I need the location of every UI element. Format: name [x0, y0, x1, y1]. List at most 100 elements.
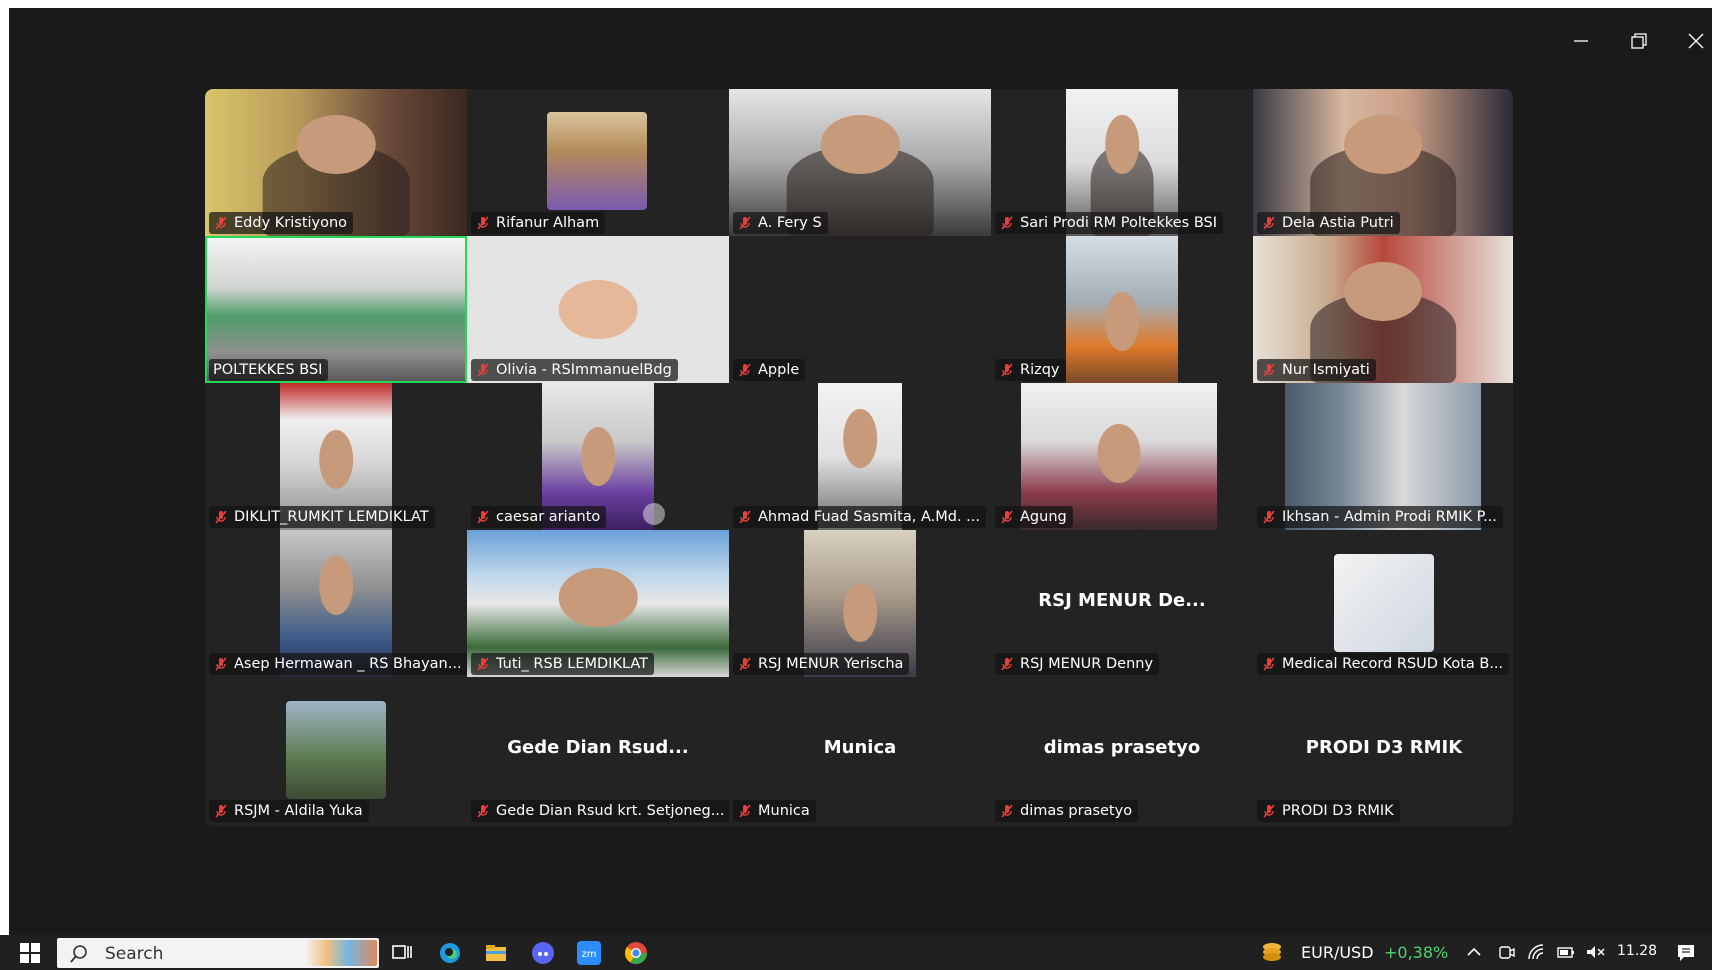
participant-tile[interactable]: A. Fery S — [729, 89, 991, 236]
participant-tile[interactable]: Dela Astia Putri — [1253, 89, 1513, 236]
taskbar-clock[interactable]: 11.28 — [1617, 943, 1657, 959]
muted-microphone-icon — [739, 510, 751, 524]
participant-tile[interactable]: Medical Record RSUD Kota B... — [1253, 530, 1513, 677]
task-view-icon[interactable] — [389, 940, 415, 966]
participant-tile[interactable]: Eddy Kristiyono — [205, 89, 467, 236]
minimize-icon — [1574, 40, 1588, 42]
restore-icon — [1631, 33, 1647, 49]
participant-name-tag: PRODI D3 RMIK — [1257, 800, 1400, 822]
participant-name-tag: Ikhsan - Admin Prodi RMIK P... — [1257, 506, 1503, 528]
participant-tile[interactable]: Gede Dian Rsud... Gede Dian Rsud krt. Se… — [467, 677, 729, 824]
speaker-muted-icon[interactable] — [1585, 943, 1607, 961]
participant-display-name: dimas prasetyo — [1043, 737, 1201, 758]
file-explorer-icon[interactable] — [483, 940, 509, 966]
muted-microphone-icon — [477, 216, 489, 230]
muted-microphone-icon — [1263, 363, 1275, 377]
participant-name-tag: A. Fery S — [733, 212, 828, 234]
muted-microphone-icon — [1001, 510, 1013, 524]
participant-display-name: Gede Dian Rsud... — [507, 737, 689, 758]
participant-display-name: Munica — [823, 737, 897, 758]
restore-button[interactable] — [1619, 26, 1659, 56]
participant-tile[interactable]: Tuti_ RSB LEMDIKLAT — [467, 530, 729, 677]
muted-microphone-icon — [1001, 657, 1013, 671]
participant-tile[interactable]: RSJM - Aldila Yuka — [205, 677, 467, 824]
muted-microphone-icon — [215, 657, 227, 671]
participant-tile-active-speaker[interactable]: POLTEKKES BSI — [205, 236, 467, 383]
chrome-icon[interactable] — [623, 940, 649, 966]
coins-icon[interactable] — [1259, 939, 1285, 965]
participant-tile[interactable]: Olivia - RSImmanuelBdg — [467, 236, 729, 383]
participant-avatar — [1334, 554, 1434, 652]
gallery-view: Eddy Kristiyono Rifanur Alham A. Fery S … — [205, 89, 1513, 826]
participant-tile[interactable]: Munica Munica — [729, 677, 991, 824]
participant-tile[interactable]: Sari Prodi RM Poltekkes BSI — [991, 89, 1253, 236]
taskbar-search-box[interactable]: Search — [57, 938, 379, 968]
discord-icon[interactable] — [530, 940, 556, 966]
participant-display-name: PRODI D3 RMIK — [1305, 737, 1463, 758]
participant-tile[interactable]: RSJ MENUR De... RSJ MENUR Denny — [991, 530, 1253, 677]
muted-microphone-icon — [739, 657, 751, 671]
muted-microphone-icon — [215, 510, 227, 524]
svg-text:zm: zm — [582, 949, 597, 960]
participant-name-tag: RSJ MENUR Yerischa — [733, 653, 910, 675]
participant-name-tag: POLTEKKES BSI — [209, 359, 329, 381]
participant-tile[interactable]: Ikhsan - Admin Prodi RMIK P... — [1253, 383, 1513, 530]
participant-tile[interactable]: PRODI D3 RMIK PRODI D3 RMIK — [1253, 677, 1513, 824]
participant-name-tag: Munica — [733, 800, 816, 822]
participant-name-tag: Olivia - RSImmanuelBdg — [471, 359, 678, 381]
participant-name-tag: RSJ MENUR Denny — [995, 653, 1160, 675]
participant-name-tag: DIKLIT_RUMKIT LEMDIKLAT — [209, 506, 435, 528]
search-label: Search — [105, 944, 164, 964]
participant-tile[interactable]: Apple — [729, 236, 991, 383]
participant-tile[interactable]: Rifanur Alham — [467, 89, 729, 236]
currency-pair-label[interactable]: EUR/USD — [1301, 943, 1374, 962]
participant-tile[interactable]: Rizqy — [991, 236, 1253, 383]
participant-name-tag: Rifanur Alham — [471, 212, 606, 234]
search-icon — [70, 945, 87, 963]
chevron-up-icon[interactable] — [1465, 943, 1483, 961]
muted-microphone-icon — [477, 510, 489, 524]
edge-browser-icon[interactable] — [437, 940, 463, 966]
participant-display-name: RSJ MENUR De... — [1038, 590, 1206, 611]
muted-microphone-icon — [739, 216, 751, 230]
wifi-icon[interactable] — [1527, 943, 1545, 961]
participant-tile[interactable]: Agung — [991, 383, 1253, 530]
muted-microphone-icon — [739, 804, 751, 818]
meet-now-icon[interactable] — [1497, 943, 1515, 961]
participant-tile[interactable]: Asep Hermawan _ RS Bhayan... — [205, 530, 467, 677]
muted-microphone-icon — [477, 657, 489, 671]
windows-taskbar: Search zm EUR/USD +0,38% 11.28 — [0, 935, 1712, 970]
minimize-button[interactable] — [1561, 26, 1601, 56]
participant-name-tag: Gede Dian Rsud krt. Setjoneg... — [471, 800, 729, 822]
close-button[interactable] — [1676, 26, 1712, 56]
participant-name-tag: caesar arianto — [471, 506, 607, 528]
battery-icon[interactable] — [1556, 943, 1576, 961]
participant-tile[interactable]: Ahmad Fuad Sasmita, A.Md. ... — [729, 383, 991, 530]
participant-tile[interactable]: caesar arianto — [467, 383, 729, 530]
participant-name-tag: dimas prasetyo — [995, 800, 1139, 822]
close-icon — [1688, 33, 1704, 49]
participant-name-tag: Apple — [733, 359, 806, 381]
participant-name-tag: Tuti_ RSB LEMDIKLAT — [471, 653, 655, 675]
participant-name-tag: Eddy Kristiyono — [209, 212, 354, 234]
participant-name-tag: Medical Record RSUD Kota B... — [1257, 653, 1510, 675]
currency-change-label[interactable]: +0,38% — [1384, 943, 1448, 962]
participant-avatar — [286, 701, 386, 799]
muted-microphone-icon — [477, 363, 489, 377]
participant-tile[interactable]: DIKLIT_RUMKIT LEMDIKLAT — [205, 383, 467, 530]
participant-name-tag: Nur Ismiyati — [1257, 359, 1376, 381]
zoom-app-icon[interactable]: zm — [576, 940, 602, 966]
participant-tile[interactable]: Nur Ismiyati — [1253, 236, 1513, 383]
participant-name-tag: RSJM - Aldila Yuka — [209, 800, 369, 822]
participant-tile[interactable]: RSJ MENUR Yerischa — [729, 530, 991, 677]
participant-name-tag: Dela Astia Putri — [1257, 212, 1400, 234]
search-highlight-image — [305, 940, 377, 966]
participant-name-tag: Sari Prodi RM Poltekkes BSI — [995, 212, 1223, 234]
participant-name-tag: Asep Hermawan _ RS Bhayan... — [209, 653, 467, 675]
muted-microphone-icon — [1001, 216, 1013, 230]
notification-center-icon[interactable] — [1675, 942, 1697, 964]
windows-start-icon[interactable] — [20, 943, 40, 963]
muted-microphone-icon — [215, 804, 227, 818]
participant-name-tag: Ahmad Fuad Sasmita, A.Md. ... — [733, 506, 986, 528]
participant-tile[interactable]: dimas prasetyo dimas prasetyo — [991, 677, 1253, 824]
